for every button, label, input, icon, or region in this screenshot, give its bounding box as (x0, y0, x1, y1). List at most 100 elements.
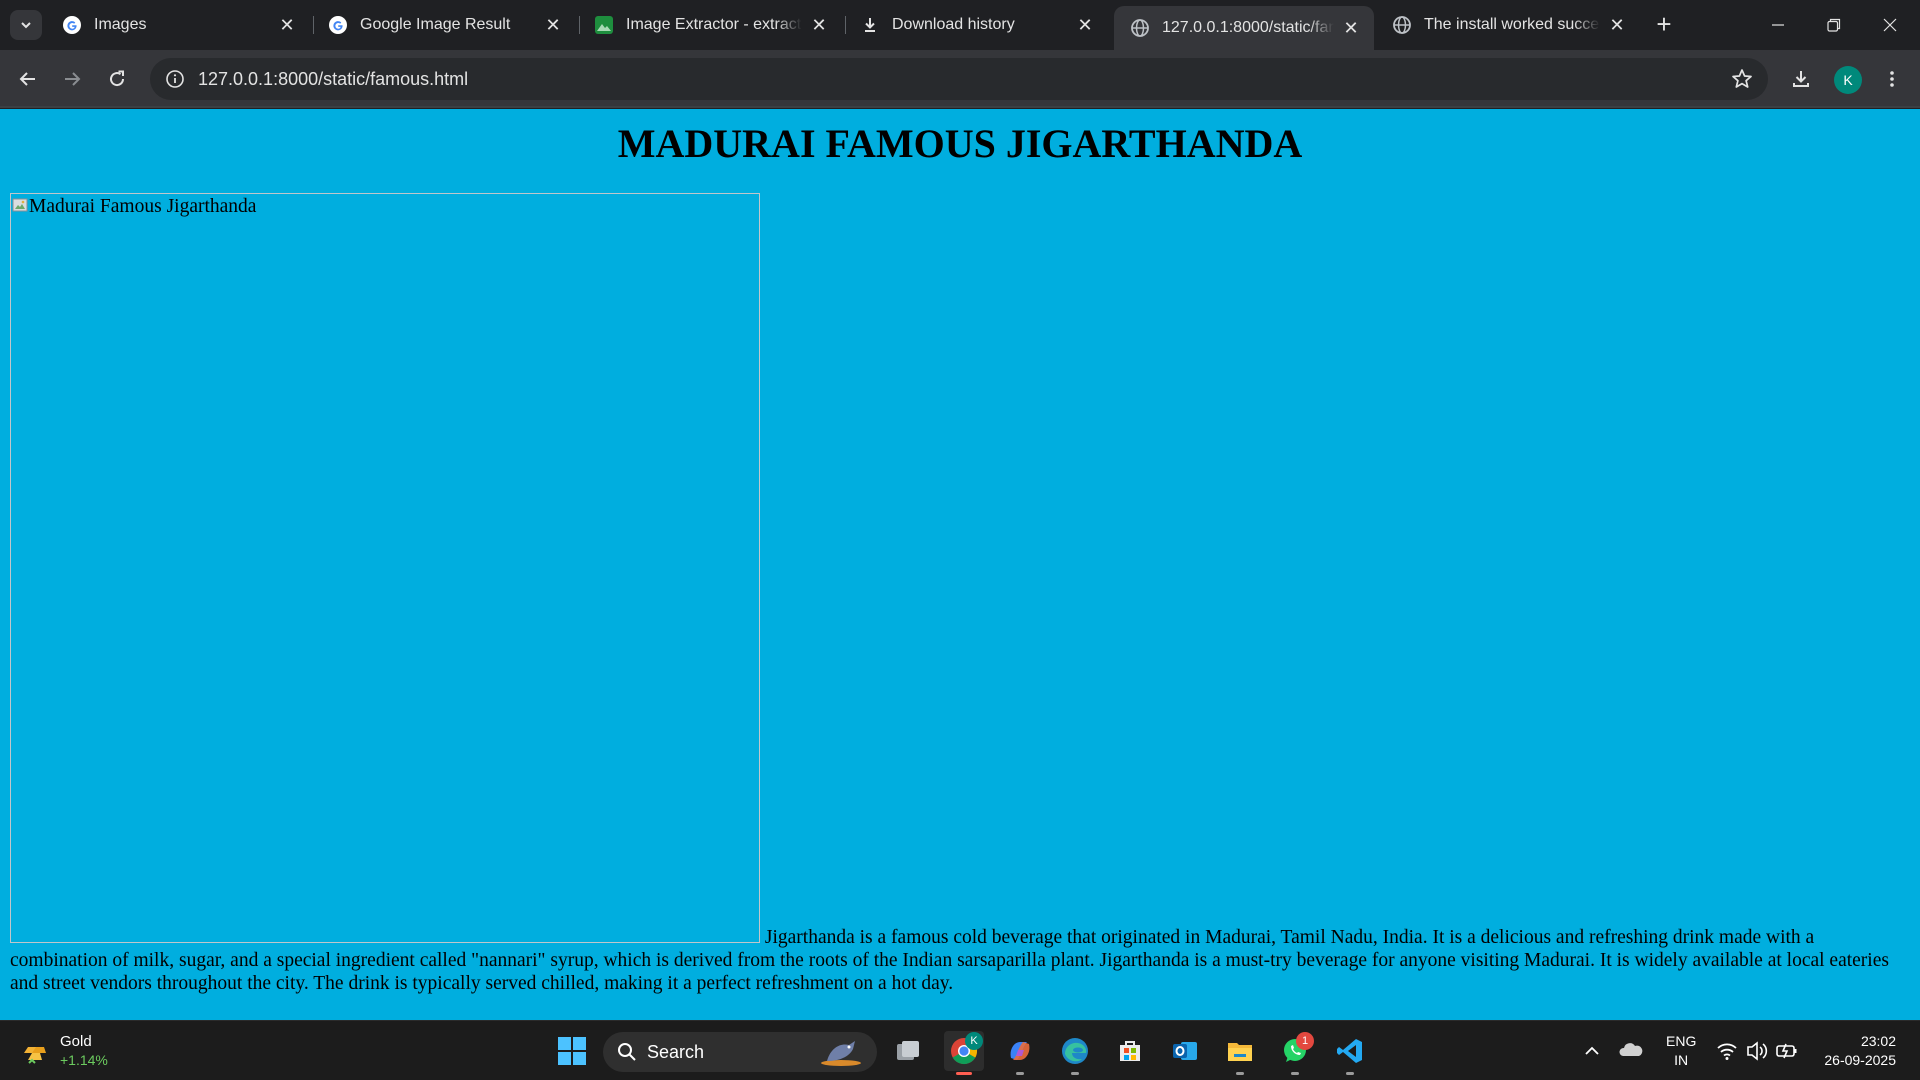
tab-install-worked[interactable]: The install worked successfully ✕ (1376, 6, 1640, 44)
search-icon (618, 1043, 636, 1061)
back-button[interactable] (10, 61, 46, 97)
cloud-icon (1619, 1043, 1643, 1056)
tab-title: The install worked successfully (1424, 16, 1600, 33)
outlook-icon (1173, 1042, 1197, 1060)
start-button[interactable] (552, 1031, 592, 1071)
bookmark-star-icon[interactable] (1730, 67, 1754, 91)
taskbar-search[interactable]: Search (603, 1032, 877, 1072)
volume-icon (1747, 1041, 1768, 1061)
chevron-up-icon (1585, 1046, 1599, 1055)
close-icon[interactable]: ✕ (1340, 17, 1362, 39)
image-icon (594, 15, 614, 35)
taskbar-store[interactable] (1110, 1031, 1150, 1071)
folder-icon (1228, 1043, 1252, 1061)
input-language-indicator[interactable]: ENG IN (1666, 1032, 1696, 1070)
arrow-right-icon (65, 72, 81, 86)
tab-images[interactable]: Images ✕ (46, 6, 310, 44)
show-hidden-icons-button[interactable] (1582, 1031, 1602, 1074)
close-icon[interactable]: ✕ (542, 14, 564, 36)
download-icon (1793, 71, 1809, 87)
language-region: IN (1674, 1052, 1689, 1068)
close-window-button[interactable] (1862, 0, 1918, 50)
tab-title: Image Extractor - extract.pics (626, 16, 802, 33)
reload-button[interactable] (99, 61, 135, 97)
system-clock[interactable]: 23:02 26-09-2025 (1824, 1032, 1896, 1070)
task-view-icon (897, 1041, 919, 1060)
taskbar-edge[interactable] (1055, 1031, 1095, 1075)
google-g-icon (62, 15, 82, 35)
close-icon[interactable]: ✕ (276, 14, 298, 36)
profile-avatar[interactable]: K (1834, 66, 1862, 94)
weather-widget[interactable]: Gold +1.14% (20, 1031, 108, 1071)
new-tab-button[interactable]: + (1650, 11, 1678, 39)
globe-icon (1392, 15, 1412, 35)
notification-badge: 1 (1296, 1032, 1314, 1050)
running-indicator (1291, 1072, 1299, 1075)
forward-button[interactable] (54, 61, 90, 97)
tab-title: 127.0.0.1:8000/static/famous.html (1162, 19, 1334, 36)
url-text[interactable]: 127.0.0.1:8000/static/famous.html (198, 69, 468, 90)
taskbar-whatsapp[interactable]: 1 (1275, 1031, 1315, 1075)
tab-title: Google Image Result (360, 16, 511, 33)
browser-toolbar: 127.0.0.1:8000/static/famous.html (0, 50, 1920, 108)
tab-title: Download history (892, 16, 1015, 33)
task-view-button[interactable] (888, 1031, 928, 1071)
gold-bars-icon (24, 1047, 46, 1064)
more-vert-icon (1890, 71, 1894, 87)
taskbar-copilot[interactable] (1000, 1031, 1040, 1075)
chrome-profile-badge: K (965, 1032, 983, 1050)
running-indicator (1236, 1072, 1244, 1075)
edge-icon (1062, 1038, 1088, 1064)
windows-icon (558, 1037, 586, 1065)
close-icon (1883, 18, 1897, 32)
download-icon (860, 15, 880, 35)
wifi-icon (1717, 1043, 1737, 1060)
menu-button[interactable] (1874, 61, 1910, 97)
language-code: ENG (1666, 1033, 1697, 1049)
search-label: Search (647, 1041, 705, 1062)
close-icon[interactable]: ✕ (1606, 14, 1628, 36)
volume-button[interactable] (1745, 1031, 1769, 1074)
tab-search-button[interactable] (10, 10, 42, 40)
running-indicator (1016, 1072, 1024, 1075)
tab-image-extractor[interactable]: Image Extractor - extract.pics ✕ (578, 6, 842, 44)
tab-google-image-result[interactable]: Google Image Result ✕ (312, 6, 576, 44)
page-content: Madurai Famous Jigarthanda Jigarthanda i… (10, 193, 1910, 995)
battery-charging-icon (1776, 1043, 1797, 1059)
close-icon[interactable]: ✕ (808, 14, 830, 36)
minimize-icon (1772, 24, 1784, 26)
widget-change: +1.14% (60, 1052, 108, 1068)
downloads-button[interactable] (1783, 61, 1819, 97)
restore-button[interactable] (1806, 0, 1862, 50)
google-g-icon (328, 15, 348, 35)
running-indicator (1346, 1072, 1354, 1075)
image-alt-text: Madurai Famous Jigarthanda (29, 196, 257, 217)
microsoft-store-icon (1120, 1041, 1140, 1061)
taskbar-outlook[interactable] (1165, 1031, 1205, 1071)
running-indicator (956, 1072, 972, 1075)
tab-famous-html[interactable]: 127.0.0.1:8000/static/famous.html ✕ (1114, 6, 1374, 50)
taskbar-vscode[interactable] (1330, 1031, 1370, 1075)
broken-image-icon (12, 198, 28, 212)
site-info-icon[interactable] (154, 58, 196, 100)
taskbar-file-explorer[interactable] (1220, 1031, 1260, 1075)
minimize-button[interactable] (1750, 0, 1806, 50)
tab-download-history[interactable]: Download history ✕ (844, 6, 1108, 44)
clock-time: 23:02 (1860, 1033, 1896, 1049)
close-icon[interactable]: ✕ (1074, 14, 1096, 36)
taskbar-chrome[interactable]: K (944, 1031, 984, 1075)
quick-settings-button[interactable] (1716, 1031, 1738, 1074)
globe-icon (1130, 18, 1150, 38)
web-page: MADURAI FAMOUS JIGARTHANDA Madurai Famou… (0, 109, 1920, 1020)
battery-button[interactable] (1774, 1031, 1800, 1074)
restore-icon (1827, 18, 1841, 32)
address-bar[interactable]: 127.0.0.1:8000/static/famous.html (150, 58, 1768, 100)
tab-strip: Images ✕ Google Image Result ✕ Image Ext… (0, 0, 1920, 50)
arrow-left-icon (19, 72, 35, 86)
broken-image: Madurai Famous Jigarthanda (10, 193, 760, 943)
onedrive-button[interactable] (1618, 1031, 1644, 1074)
taskbar: Gold +1.14% Search K 1 ENG IN 23:02 26-0… (0, 1020, 1920, 1080)
page-title: MADURAI FAMOUS JIGARTHANDA (617, 121, 1303, 166)
search-highlight-icon (821, 1041, 861, 1066)
widget-name: Gold (60, 1033, 92, 1050)
